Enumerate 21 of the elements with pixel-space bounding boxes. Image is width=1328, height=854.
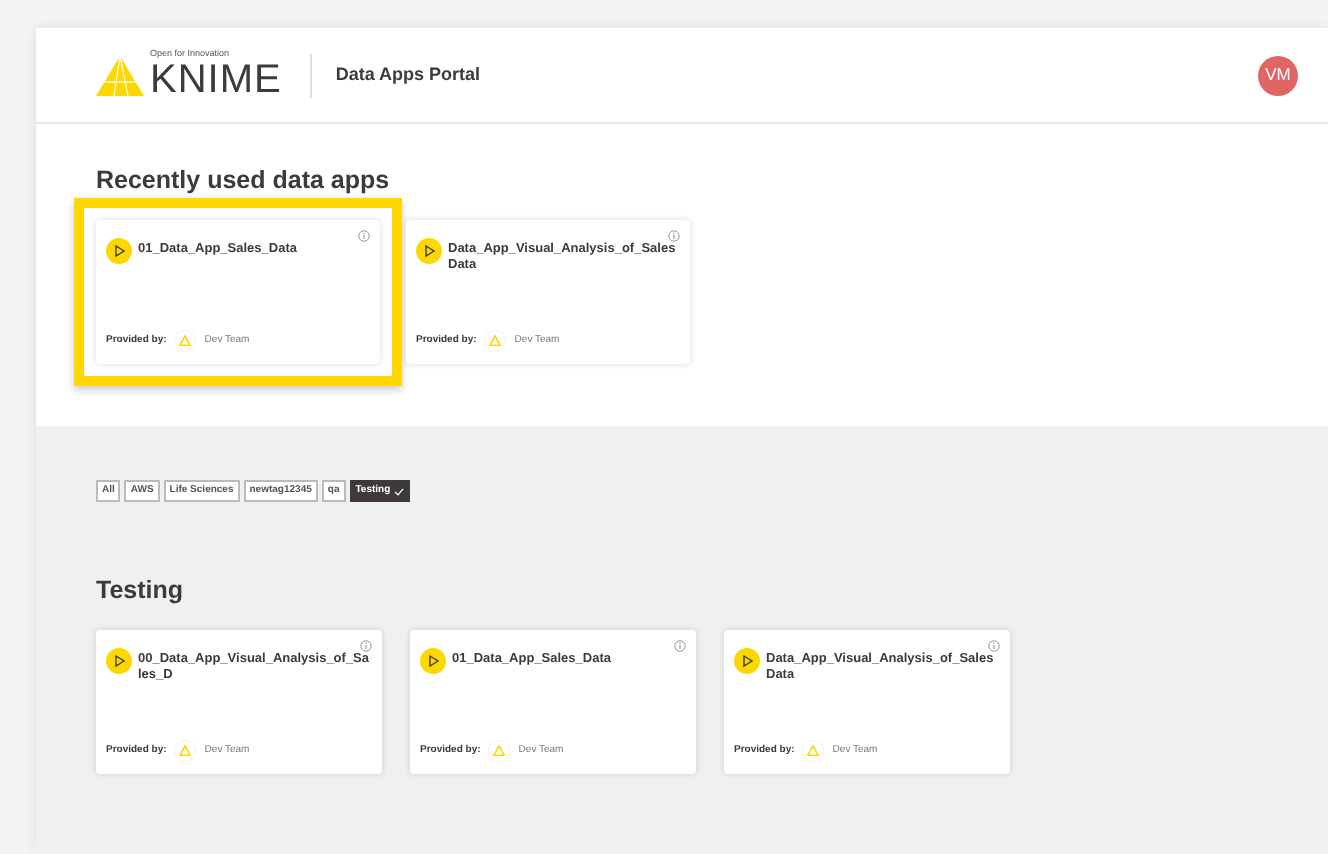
- play-icon[interactable]: [734, 648, 760, 674]
- play-icon[interactable]: [106, 648, 132, 674]
- warning-icon: [488, 740, 511, 762]
- logo-text: KNIME: [150, 59, 282, 100]
- knime-logo-icon: [96, 55, 144, 95]
- warning-icon: [174, 330, 197, 352]
- info-icon[interactable]: [674, 640, 686, 652]
- warning-icon: [484, 330, 507, 352]
- info-icon[interactable]: [358, 230, 370, 242]
- info-icon[interactable]: [360, 640, 372, 652]
- warning-icon: [174, 740, 197, 762]
- warning-icon: [802, 740, 825, 762]
- section-heading: Testing: [96, 576, 186, 606]
- section-heading: Recently used data apps: [96, 166, 392, 196]
- play-icon[interactable]: [416, 238, 442, 264]
- info-icon[interactable]: [988, 640, 1000, 652]
- play-icon[interactable]: [420, 648, 446, 674]
- check-icon: [394, 487, 405, 495]
- portal-title: Data Apps Portal: [335, 61, 481, 88]
- info-icon[interactable]: [668, 230, 680, 242]
- play-icon[interactable]: [106, 238, 132, 264]
